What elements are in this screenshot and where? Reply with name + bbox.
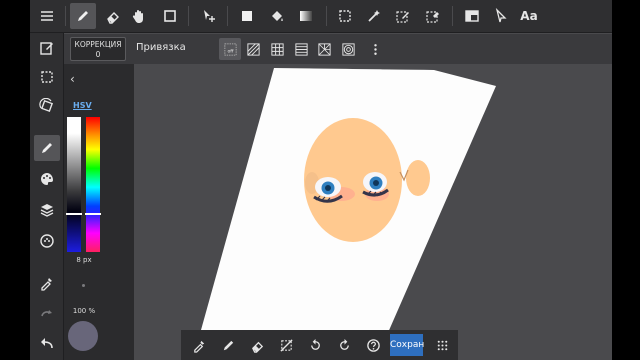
save-button[interactable]: Сохран	[390, 334, 424, 356]
snap-radial-icon[interactable]	[313, 38, 335, 60]
toolbar-divider	[452, 6, 453, 26]
correction-value: 0	[95, 50, 101, 59]
pen-icon[interactable]	[217, 334, 239, 356]
hue-slider[interactable]	[85, 117, 101, 252]
correction-label: КОРРЕКЦИЯ	[74, 40, 122, 49]
undo-icon[interactable]	[34, 330, 60, 356]
rotate-right-icon[interactable]	[333, 334, 355, 356]
toolbar-divider	[65, 6, 66, 26]
select-rect-icon[interactable]	[332, 3, 358, 29]
snap-off-label: off	[227, 48, 234, 54]
snap-off-icon[interactable]: off	[219, 38, 241, 60]
rectangle-icon[interactable]	[157, 3, 183, 29]
toolbar-divider	[227, 6, 228, 26]
more-icon[interactable]	[364, 38, 386, 60]
menu-icon[interactable]	[34, 3, 60, 29]
hue-marker[interactable]	[85, 212, 101, 215]
toolbar-divider	[326, 6, 327, 26]
rotate-left-icon[interactable]	[304, 334, 326, 356]
hand-icon[interactable]	[126, 3, 152, 29]
grid-menu-icon[interactable]	[431, 334, 453, 356]
selection-icon[interactable]	[34, 64, 60, 90]
opacity-label: 100 %	[72, 307, 96, 315]
transform-icon[interactable]	[34, 93, 60, 119]
eraser-icon[interactable]	[246, 334, 268, 356]
eyedropper-icon[interactable]	[34, 270, 60, 296]
collapse-panel-button[interactable]: ‹	[70, 72, 84, 88]
select-pen-icon[interactable]	[390, 3, 416, 29]
redo-icon[interactable]	[34, 300, 60, 326]
bottom-toolbar: Сохран	[181, 330, 458, 360]
brush-size-label: 8 px	[76, 256, 92, 264]
correction-button[interactable]: КОРРЕКЦИЯ 0	[70, 37, 126, 61]
snap-grid-icon[interactable]	[266, 38, 288, 60]
app-window: Aa КОРРЕКЦИЯ 0 Привязка off ‹ HSV 8 px 1…	[30, 0, 612, 360]
bucket-icon[interactable]	[264, 3, 290, 29]
hsv-tab[interactable]: HSV	[73, 101, 92, 110]
fill-rect-icon[interactable]	[234, 3, 260, 29]
saturation-slider[interactable]	[66, 117, 82, 252]
top-toolbar: Aa	[30, 0, 612, 33]
deselect-icon[interactable]	[275, 334, 297, 356]
pen-icon[interactable]	[70, 3, 96, 29]
select-eraser-icon[interactable]	[420, 3, 446, 29]
layers-icon[interactable]	[34, 197, 60, 223]
edit-page-icon[interactable]	[34, 35, 60, 61]
snap-parallel-icon[interactable]	[242, 38, 264, 60]
eyedropper-icon[interactable]	[188, 334, 210, 356]
brush-size-preview	[82, 284, 85, 287]
layer-panel-icon[interactable]	[459, 3, 485, 29]
brush-icon[interactable]	[34, 135, 60, 161]
toolbar-divider	[188, 6, 189, 26]
snap-label: Привязка	[136, 42, 186, 53]
snap-toolbar: КОРРЕКЦИЯ 0 Привязка off	[64, 34, 612, 64]
saturation-marker[interactable]	[66, 212, 82, 215]
gradient-icon[interactable]	[293, 3, 319, 29]
cursor-icon[interactable]	[488, 3, 514, 29]
snap-circle-icon[interactable]	[337, 38, 359, 60]
move-icon[interactable]	[196, 3, 222, 29]
text-icon[interactable]: Aa	[516, 3, 542, 29]
palette-icon[interactable]	[34, 166, 60, 192]
eraser-icon[interactable]	[100, 3, 126, 29]
help-icon[interactable]	[362, 334, 384, 356]
current-color-swatch[interactable]	[68, 321, 98, 351]
magic-wand-icon[interactable]	[361, 3, 387, 29]
snap-lines-icon[interactable]	[290, 38, 312, 60]
left-toolbar	[30, 33, 64, 360]
material-icon[interactable]	[34, 228, 60, 254]
